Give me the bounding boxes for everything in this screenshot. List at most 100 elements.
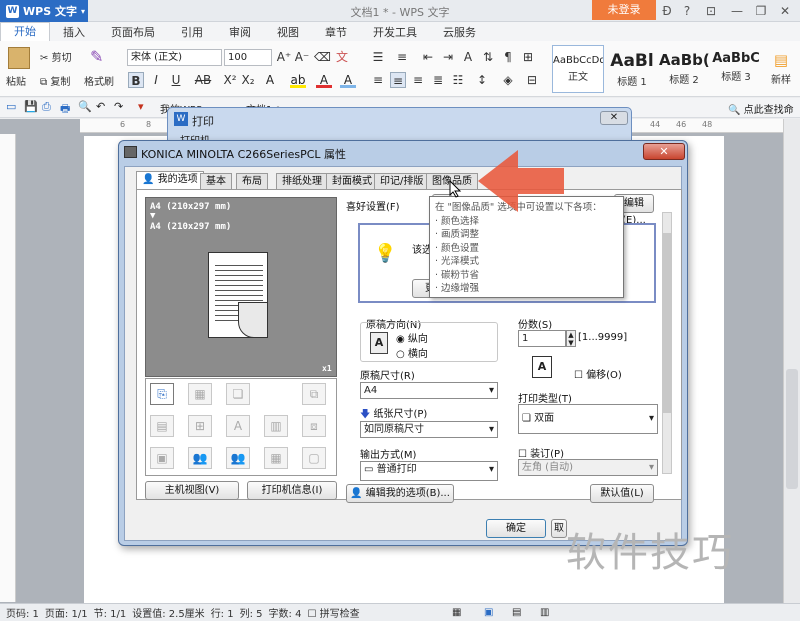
- bullet-list-icon[interactable]: ☰: [370, 49, 386, 65]
- printer-info-button[interactable]: 打印机信息(I): [247, 481, 337, 500]
- char-shading-icon[interactable]: A: [340, 72, 356, 88]
- punch-icon[interactable]: ▤: [150, 415, 174, 437]
- shading-icon[interactable]: ◈: [500, 72, 516, 88]
- font-color-icon[interactable]: A: [262, 72, 278, 88]
- align-left-icon[interactable]: ≡: [370, 72, 386, 88]
- table-border-icon[interactable]: ⊞: [520, 49, 536, 65]
- style-heading2[interactable]: AaBb( 标题 2: [658, 45, 710, 93]
- save-icon[interactable]: 💾: [24, 100, 38, 113]
- text-color-icon[interactable]: A: [316, 72, 332, 88]
- undo-icon[interactable]: ↶: [96, 100, 105, 113]
- landscape-radio[interactable]: ○ 横向: [396, 345, 428, 360]
- show-marks-icon[interactable]: ¶: [500, 49, 516, 65]
- tab-references[interactable]: 引用: [168, 24, 216, 40]
- paste-icon[interactable]: [8, 47, 30, 69]
- outline-view-icon[interactable]: ▤: [512, 607, 521, 618]
- tab-review[interactable]: 审阅: [216, 24, 264, 40]
- skin-icon[interactable]: Ð: [656, 2, 678, 20]
- secure-print-icon[interactable]: ▦: [264, 447, 288, 469]
- overlay-icon[interactable]: ⧈: [302, 415, 326, 437]
- font-icon[interactable]: A: [226, 415, 250, 437]
- sort-icon[interactable]: ⇅: [480, 49, 496, 65]
- layout-icon[interactable]: ⎘: [150, 383, 174, 405]
- align-right-icon[interactable]: ≡: [410, 72, 426, 88]
- justify-icon[interactable]: ≣: [430, 72, 446, 88]
- pin-icon[interactable]: ⊡: [700, 2, 722, 20]
- original-size-select[interactable]: A4: [360, 382, 498, 399]
- tab-developer[interactable]: 开发工具: [360, 24, 430, 40]
- reading-view-icon[interactable]: ▦: [452, 607, 461, 618]
- minimize-button[interactable]: —: [726, 2, 748, 20]
- style-heading1[interactable]: AaBl 标题 1: [606, 45, 658, 93]
- properties-close-button[interactable]: ✕: [643, 143, 685, 160]
- tab-my-options[interactable]: 👤 我的选项: [136, 171, 204, 190]
- watermark-icon[interactable]: ▥: [264, 415, 288, 437]
- borders-icon[interactable]: ⊟: [524, 72, 540, 88]
- pinyin-icon[interactable]: 文: [334, 49, 350, 65]
- tab-cover-mode[interactable]: 封面模式: [326, 173, 378, 190]
- ok-button[interactable]: 确定: [486, 519, 546, 538]
- font-family-select[interactable]: 宋体 (正文): [127, 49, 222, 66]
- binding-position-select[interactable]: 左角 (自动): [518, 459, 658, 476]
- panel-scrollbar[interactable]: [662, 212, 672, 474]
- tab-paper-handling[interactable]: 排纸处理: [276, 173, 328, 190]
- tab-section[interactable]: 章节: [312, 24, 360, 40]
- portrait-radio[interactable]: ◉ 纵向: [396, 330, 428, 345]
- print-type-select[interactable]: ❏ 双面: [518, 404, 658, 434]
- underline-icon[interactable]: U: [168, 72, 184, 88]
- superscript-icon[interactable]: X²: [222, 72, 238, 88]
- paste-button[interactable]: 粘贴: [6, 73, 26, 88]
- paper-size-select[interactable]: 如同原稿尺寸: [360, 421, 498, 438]
- italic-icon[interactable]: I: [148, 72, 164, 88]
- help-icon[interactable]: ?: [676, 2, 698, 20]
- customize-icon[interactable]: ▾: [138, 100, 144, 113]
- copy-button[interactable]: ⧉ 复制: [40, 73, 70, 88]
- preview-icon[interactable]: 🔍: [78, 100, 92, 113]
- staple-icon[interactable]: ▦: [188, 383, 212, 405]
- edit-my-options-button[interactable]: 👤 编辑我的选项(B)...: [346, 484, 454, 503]
- style-heading3[interactable]: AaBbC 标题 3: [710, 45, 762, 93]
- box-icon[interactable]: ▢: [302, 447, 326, 469]
- grow-font-icon[interactable]: A⁺: [276, 49, 292, 65]
- print-icon[interactable]: 🖶: [60, 100, 70, 119]
- tab-stamp-layout[interactable]: 印记/排版: [374, 173, 430, 190]
- page-view-icon[interactable]: ▣: [484, 607, 493, 618]
- subscript-icon[interactable]: X₂: [240, 72, 256, 88]
- status-chars[interactable]: 字数: 4: [269, 605, 302, 620]
- tab-cloud[interactable]: 云服务: [430, 24, 489, 40]
- collate-icon[interactable]: ❏: [226, 383, 250, 405]
- strikethrough-icon[interactable]: AB: [192, 72, 214, 88]
- fax-icon[interactable]: ▣: [150, 447, 174, 469]
- new-style-button[interactable]: ▤ 新样: [766, 45, 796, 93]
- offset-checkbox[interactable]: ☐ 偏移(O): [574, 366, 622, 381]
- align-center-icon[interactable]: ≡: [390, 72, 406, 88]
- tab-home[interactable]: 开始: [0, 22, 50, 41]
- output-method-select[interactable]: ▭ 普通打印: [360, 461, 498, 481]
- redo-icon[interactable]: ↷: [114, 100, 123, 113]
- panel-scroll-thumb[interactable]: [663, 233, 671, 413]
- tab-basic[interactable]: 基本: [200, 173, 232, 190]
- highlight-icon[interactable]: ab: [290, 72, 306, 88]
- new-doc-icon[interactable]: ▭: [6, 100, 16, 113]
- copies-spinner[interactable]: ▲ ▼: [566, 330, 576, 347]
- cut-button[interactable]: ✂ 剪切: [40, 49, 72, 64]
- printer-view-button[interactable]: 主机视图(V): [145, 481, 239, 500]
- export-icon[interactable]: ⎙: [42, 100, 51, 114]
- app-menu-button[interactable]: W WPS 文字 ▾: [0, 0, 88, 22]
- maximize-button[interactable]: ❐: [750, 2, 772, 20]
- close-button[interactable]: ✕: [774, 2, 796, 20]
- vertical-scrollbar[interactable]: [783, 119, 800, 603]
- binding-checkbox[interactable]: ☐ 装订(P): [518, 445, 564, 460]
- web-view-icon[interactable]: ▥: [540, 607, 549, 618]
- format-painter-button[interactable]: 格式刷: [84, 73, 114, 88]
- user-auth-icon[interactable]: 👥: [188, 447, 212, 469]
- tab-view[interactable]: 视图: [264, 24, 312, 40]
- clear-format-icon[interactable]: ⌫: [314, 49, 331, 65]
- style-normal[interactable]: AaBbCcDd 正文: [552, 45, 604, 93]
- indent-increase-icon[interactable]: ⇥: [440, 49, 456, 65]
- account-icon[interactable]: 👥: [226, 447, 250, 469]
- booklet-icon[interactable]: ⧉: [302, 383, 326, 405]
- tab-page-layout[interactable]: 页面布局: [98, 24, 168, 40]
- default-values-button[interactable]: 默认值(L): [590, 484, 654, 503]
- login-button[interactable]: 未登录: [592, 0, 656, 20]
